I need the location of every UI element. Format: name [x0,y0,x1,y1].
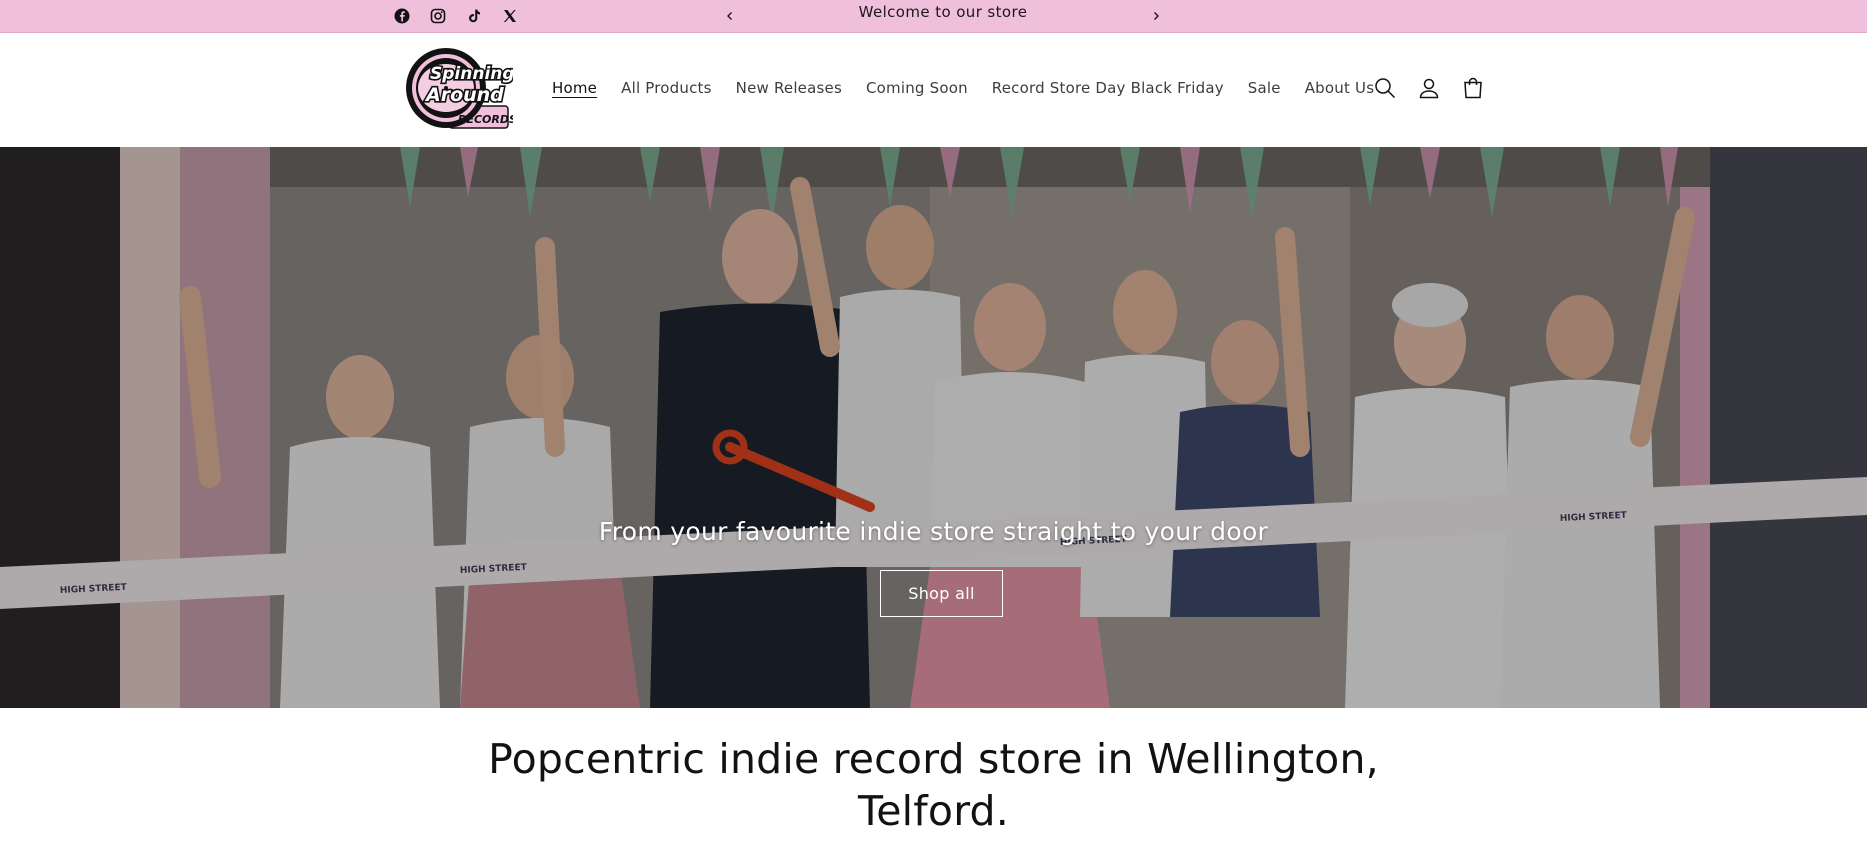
facebook-icon[interactable] [390,4,414,28]
x-icon[interactable] [498,4,522,28]
store-logo[interactable]: Spinning Around RECORDS [393,46,517,132]
intro-heading: Popcentric indie record store in Welling… [488,735,1379,835]
nav-record-store-day[interactable]: Record Store Day Black Friday [992,79,1224,97]
chevron-right-icon[interactable] [1144,4,1168,28]
instagram-icon[interactable] [426,4,450,28]
chevron-left-icon[interactable] [718,4,742,28]
header-icons [1373,76,1485,100]
nav-all-products[interactable]: All Products [621,79,712,97]
tiktok-icon[interactable] [462,4,486,28]
nav-sale[interactable]: Sale [1248,79,1281,97]
search-icon[interactable] [1373,76,1397,100]
nav-coming-soon[interactable]: Coming Soon [866,79,968,97]
nav-new-releases[interactable]: New Releases [736,79,842,97]
site-header: Spinning Around RECORDS Home All Product… [0,34,1867,147]
cart-icon[interactable] [1461,76,1485,100]
hero-overlay [0,147,1867,708]
announcement-text: Welcome to our store [858,3,1028,21]
logo-text-records: RECORDS [458,113,513,126]
hero-caption: From your favourite indie store straight… [598,517,1269,546]
announcement-bar: Welcome to our store [0,0,1867,33]
main-nav: Home All Products New Releases Coming So… [552,79,1374,97]
social-links [390,4,522,28]
hero-banner: HIGH STREET HIGH STREET HIGH STREET HIGH… [0,147,1867,708]
nav-about-us[interactable]: About Us [1305,79,1375,97]
nav-home[interactable]: Home [552,79,597,97]
logo-text-around: Around [424,84,504,106]
account-icon[interactable] [1417,76,1441,100]
logo-text-spinning: Spinning [430,64,513,84]
shop-all-button[interactable]: Shop all [880,570,1003,617]
